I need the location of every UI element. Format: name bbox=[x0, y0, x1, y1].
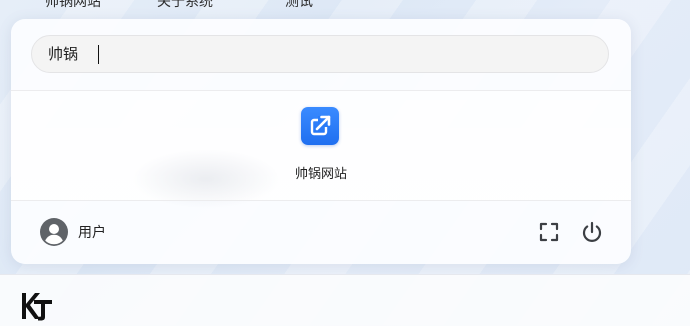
power-icon[interactable] bbox=[580, 220, 604, 244]
desktop-icon-label-test[interactable]: 测试 bbox=[285, 0, 313, 11]
app-launcher-panel: 帅锅网站 用户 bbox=[11, 19, 631, 264]
desktop-icon-label-about[interactable]: 关于系统 bbox=[157, 0, 213, 11]
search-box[interactable] bbox=[31, 35, 609, 73]
divider bbox=[11, 200, 631, 201]
user-button[interactable]: 用户 bbox=[40, 217, 106, 247]
result-item-label: 帅锅网站 bbox=[294, 167, 347, 182]
search-results: 帅锅网站 bbox=[11, 91, 631, 209]
external-link-icon[interactable] bbox=[301, 107, 339, 145]
user-avatar-icon bbox=[40, 218, 68, 246]
text-caret bbox=[98, 45, 99, 64]
fullscreen-icon[interactable] bbox=[537, 220, 561, 244]
user-name-label: 用户 bbox=[78, 225, 106, 241]
start-menu-logo-icon[interactable] bbox=[20, 291, 54, 321]
search-input[interactable] bbox=[48, 36, 588, 72]
taskbar bbox=[0, 274, 690, 326]
result-item[interactable]: 帅锅网站 bbox=[267, 107, 375, 191]
desktop-icon-label-site[interactable]: 帅锅网站 bbox=[45, 0, 101, 11]
